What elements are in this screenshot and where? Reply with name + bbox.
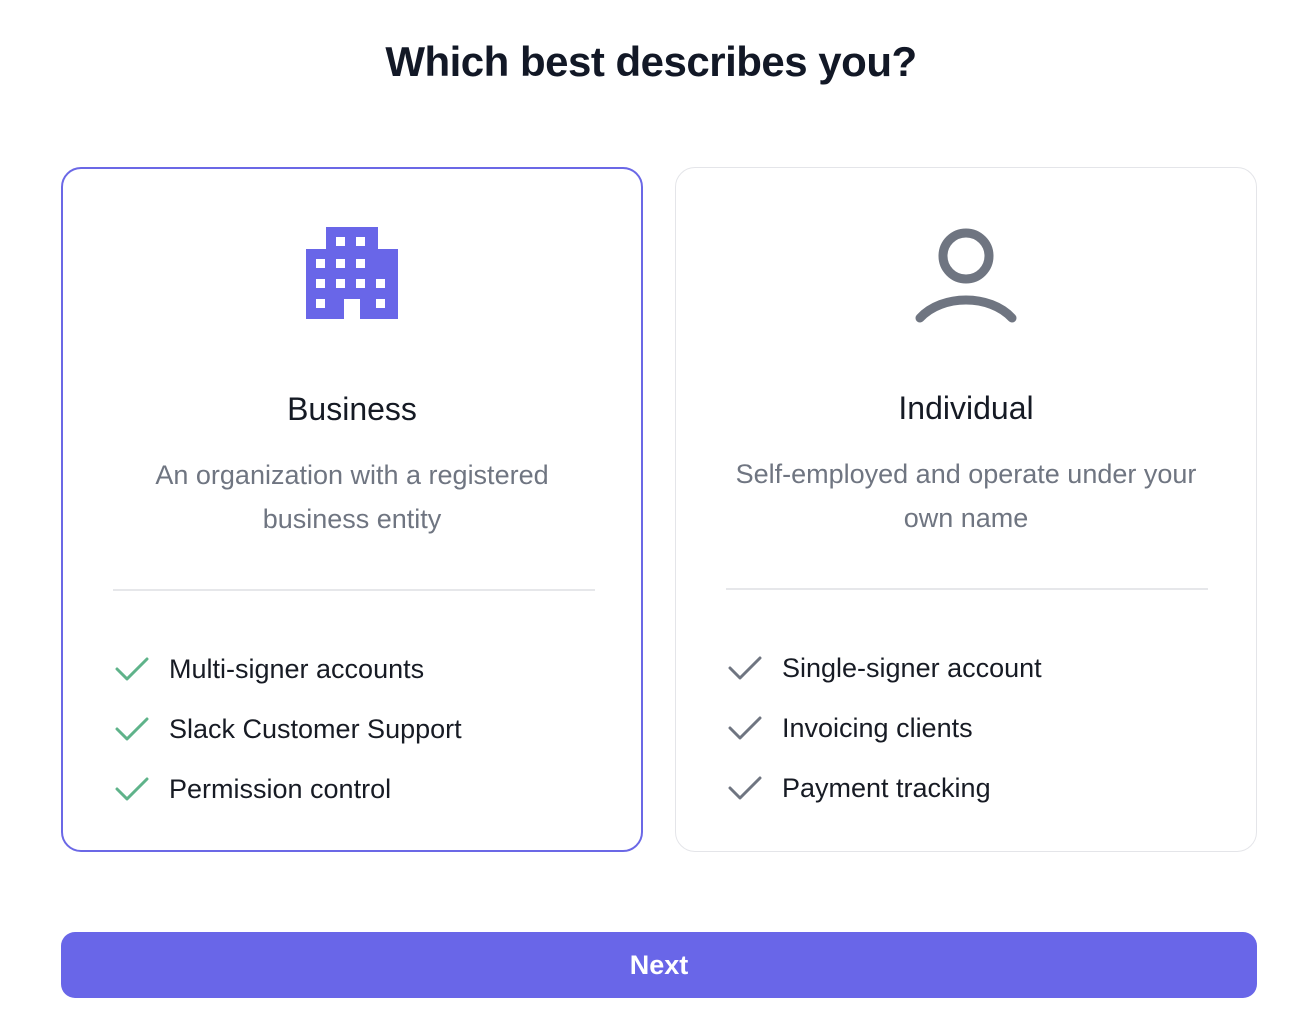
list-item: Permission control <box>115 759 462 819</box>
building-icon <box>63 227 641 327</box>
checkmark-icon <box>728 711 762 745</box>
option-description: Self-employed and operate under your own… <box>735 459 1197 533</box>
list-item: Slack Customer Support <box>115 699 462 759</box>
option-card-business[interactable]: Business An organization with a register… <box>61 167 643 852</box>
feature-label: Slack Customer Support <box>169 713 462 744</box>
checkmark-icon <box>115 712 149 746</box>
checkmark-icon <box>728 771 762 805</box>
account-type-page: Which best describes you? Business An or… <box>0 0 1302 1026</box>
checkmark-icon <box>115 652 149 686</box>
next-button[interactable]: Next <box>61 932 1257 998</box>
feature-list: Single-signer account Invoicing clients … <box>728 638 1042 818</box>
list-item: Invoicing clients <box>728 698 1042 758</box>
list-item: Multi-signer accounts <box>115 639 462 699</box>
feature-label: Multi-signer accounts <box>169 653 425 684</box>
checkmark-icon <box>728 651 762 685</box>
divider <box>113 589 595 591</box>
option-card-individual[interactable]: Individual Self-employed and operate und… <box>675 167 1257 852</box>
option-title: Business <box>287 391 417 427</box>
person-icon <box>676 226 1256 326</box>
option-description: An organization with a registered busine… <box>155 460 549 534</box>
feature-label: Permission control <box>169 773 392 804</box>
divider <box>726 588 1208 590</box>
feature-label: Payment tracking <box>782 772 991 803</box>
option-title: Individual <box>898 390 1034 426</box>
list-item: Single-signer account <box>728 638 1042 698</box>
feature-label: Invoicing clients <box>782 712 973 743</box>
checkmark-icon <box>115 772 149 806</box>
feature-list: Multi-signer accounts Slack Customer Sup… <box>115 639 462 819</box>
list-item: Payment tracking <box>728 758 1042 818</box>
feature-label: Single-signer account <box>782 652 1042 683</box>
page-title: Which best describes you? <box>385 38 917 85</box>
